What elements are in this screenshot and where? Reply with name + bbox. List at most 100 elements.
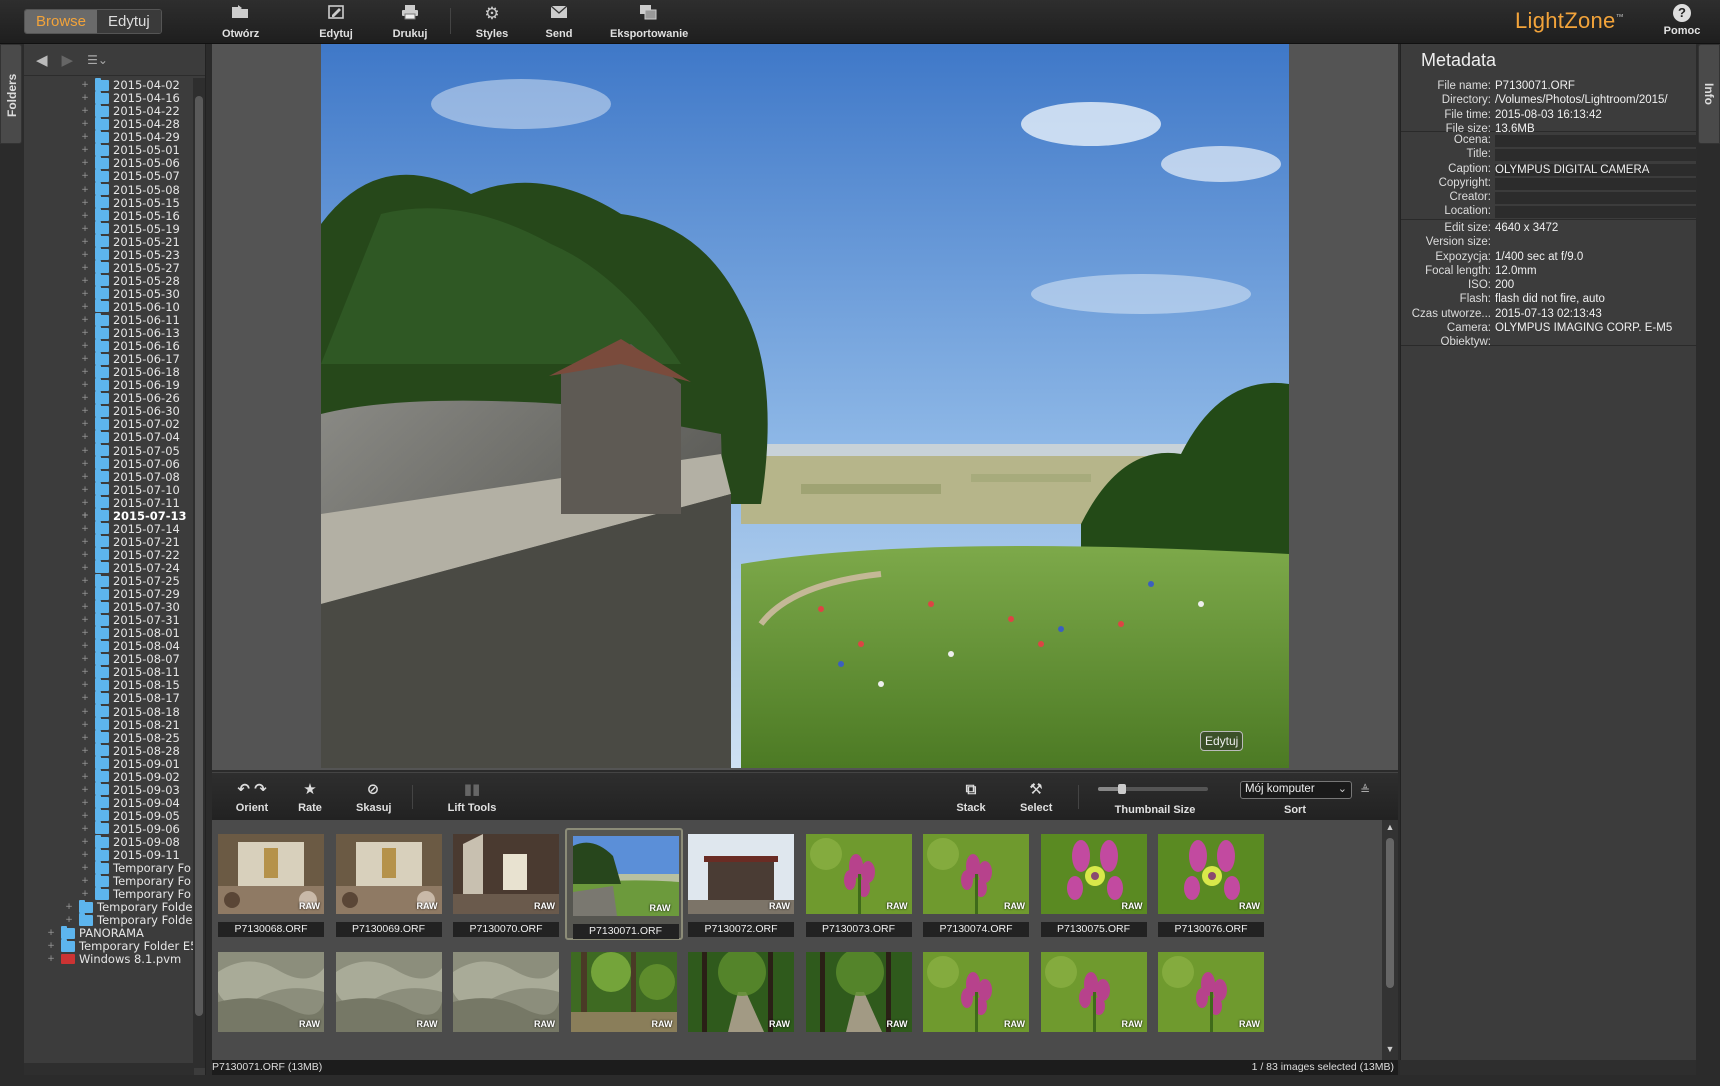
send-button[interactable]: Send (544, 4, 574, 40)
expand-icon[interactable]: + (80, 432, 90, 442)
expand-icon[interactable]: + (80, 354, 90, 364)
expand-icon[interactable]: + (64, 915, 74, 925)
edit-overlay-button[interactable]: Edytuj (1200, 731, 1244, 751)
expand-icon[interactable]: + (80, 785, 90, 795)
grid-scroll-thumb[interactable] (1386, 838, 1394, 988)
expand-icon[interactable]: + (80, 811, 90, 821)
expand-icon[interactable]: + (80, 446, 90, 456)
thumbnail-cell[interactable]: RAW (682, 946, 800, 1058)
metadata-horizontal-scrollbar[interactable] (1400, 1060, 1696, 1075)
expand-icon[interactable]: + (80, 602, 90, 612)
thumbnail-cell[interactable]: RAW P7130068.ORF (212, 828, 330, 940)
expand-icon[interactable]: + (80, 119, 90, 129)
expand-icon[interactable]: + (80, 563, 90, 573)
expand-icon[interactable]: + (80, 733, 90, 743)
expand-icon[interactable]: + (80, 524, 90, 534)
thumbnail-cell[interactable]: RAW (917, 946, 1035, 1058)
expand-icon[interactable]: + (80, 693, 90, 703)
metadata-editable-field[interactable] (1495, 135, 1697, 147)
expand-icon[interactable]: + (80, 419, 90, 429)
expand-icon[interactable]: + (80, 863, 90, 873)
thumbnail-cell[interactable]: RAW P7130073.ORF (800, 828, 918, 940)
expand-icon[interactable]: + (46, 928, 56, 938)
expand-icon[interactable]: + (80, 707, 90, 717)
preview-image[interactable] (321, 44, 1289, 768)
expand-icon[interactable]: + (64, 902, 74, 912)
expand-icon[interactable]: + (80, 171, 90, 181)
thumbnail-size-knob[interactable] (1118, 784, 1127, 794)
thumbnail-cell[interactable]: RAW (330, 946, 448, 1058)
folder-scroll-thumb[interactable] (195, 96, 203, 1016)
expand-icon[interactable]: + (80, 459, 90, 469)
expand-icon[interactable]: + (80, 380, 90, 390)
expand-icon[interactable]: + (80, 393, 90, 403)
expand-icon[interactable]: + (80, 315, 90, 325)
folders-tab[interactable]: Folders (0, 44, 22, 144)
thumbnail-cell[interactable]: RAW P7130075.ORF (1035, 828, 1153, 940)
expand-icon[interactable]: + (80, 628, 90, 638)
metadata-editable-field[interactable] (1495, 206, 1697, 219)
expand-icon[interactable]: + (46, 941, 56, 951)
styles-button[interactable]: ⚙ Styles (474, 4, 510, 40)
recent-folders-menu-icon[interactable]: ☰⌄ (87, 53, 108, 67)
stack-button[interactable]: ⧉ Stack (956, 781, 986, 814)
expand-icon[interactable]: + (80, 132, 90, 142)
expand-icon[interactable]: + (80, 367, 90, 377)
thumbnail-cell[interactable]: RAW P7130074.ORF (917, 828, 1035, 940)
print-button[interactable]: Drukuj (390, 4, 430, 40)
edit-button[interactable]: Edytuj (318, 4, 354, 40)
expand-icon[interactable]: + (80, 837, 90, 847)
rate-button[interactable]: ★ Rate (296, 781, 324, 814)
expand-icon[interactable]: + (80, 641, 90, 651)
expand-icon[interactable]: + (80, 276, 90, 286)
expand-icon[interactable]: + (80, 615, 90, 625)
folder-scrollbar[interactable] (193, 78, 205, 1068)
thumbnail-cell[interactable]: RAW P7130069.ORF (330, 828, 448, 940)
expand-icon[interactable]: + (80, 211, 90, 221)
expand-icon[interactable]: + (80, 302, 90, 312)
expand-icon[interactable]: + (80, 876, 90, 886)
metadata-editable-field[interactable]: OLYMPUS DIGITAL CAMERA (1495, 163, 1697, 176)
expand-icon[interactable]: + (80, 889, 90, 899)
expand-icon[interactable]: + (80, 263, 90, 273)
scroll-up-icon[interactable]: ▲ (1382, 822, 1398, 836)
thumbnail-cell[interactable]: RAW (800, 946, 918, 1058)
expand-icon[interactable]: + (80, 224, 90, 234)
thumbnail-cell[interactable]: RAW (565, 946, 683, 1058)
expand-icon[interactable]: + (80, 341, 90, 351)
grid-scrollbar[interactable]: ▲ ▼ (1382, 820, 1398, 1060)
expand-icon[interactable]: + (80, 772, 90, 782)
expand-icon[interactable]: + (80, 472, 90, 482)
expand-icon[interactable]: + (80, 158, 90, 168)
info-tab[interactable]: Info (1698, 44, 1720, 144)
expand-icon[interactable]: + (80, 289, 90, 299)
sort-direction-icon[interactable]: ≜ (1360, 783, 1370, 797)
metadata-editable-field[interactable] (1495, 177, 1697, 190)
expand-icon[interactable]: + (80, 198, 90, 208)
expand-icon[interactable]: + (80, 850, 90, 860)
thumbnail-cell[interactable]: RAW P7130076.ORF (1152, 828, 1270, 940)
thumbnail-cell[interactable]: RAW (1035, 946, 1153, 1058)
expand-icon[interactable]: + (80, 237, 90, 247)
expand-icon[interactable]: + (80, 93, 90, 103)
select-button[interactable]: ⚒ Select (1020, 781, 1052, 814)
expand-icon[interactable]: + (80, 145, 90, 155)
thumbnail-size-slider[interactable] (1098, 784, 1208, 794)
expand-icon[interactable]: + (80, 746, 90, 756)
metadata-editable-field[interactable] (1495, 149, 1697, 162)
expand-icon[interactable]: + (80, 824, 90, 834)
forward-arrow-icon[interactable]: ▶ (62, 51, 74, 69)
expand-icon[interactable]: + (80, 589, 90, 599)
sort-select[interactable]: Mój komputer ⌄ (1240, 781, 1352, 799)
help-button[interactable]: ? Pomoc (1662, 4, 1702, 37)
thumbnail-cell[interactable]: RAW P7130070.ORF (447, 828, 565, 940)
thumbnail-cell[interactable]: RAW (447, 946, 565, 1058)
thumbnail-cell[interactable]: RAW P7130071.ORF (564, 828, 683, 940)
thumbnail-cell[interactable]: RAW (212, 946, 330, 1058)
folder-horizontal-scrollbar[interactable] (24, 1063, 194, 1075)
expand-icon[interactable]: + (80, 185, 90, 195)
expand-icon[interactable]: + (80, 498, 90, 508)
delete-button[interactable]: ⊘ Skasuj (356, 781, 391, 814)
expand-icon[interactable]: + (80, 511, 90, 521)
expand-icon[interactable]: + (80, 667, 90, 677)
